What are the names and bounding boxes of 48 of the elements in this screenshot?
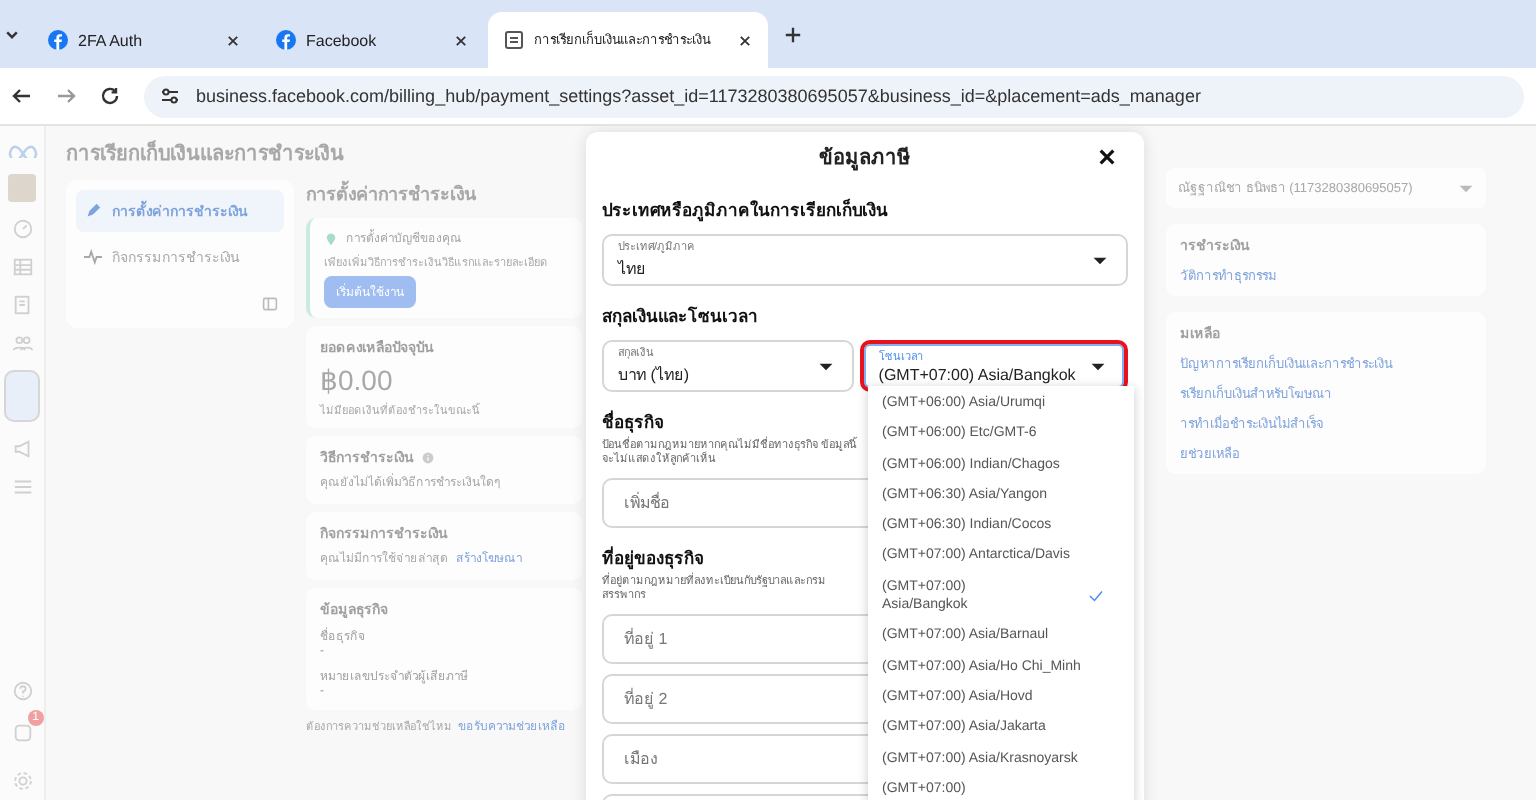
back-icon[interactable] [12, 86, 32, 106]
page-icon [504, 30, 524, 50]
megaphone-icon[interactable] [11, 438, 33, 460]
location-pin-icon [324, 231, 338, 245]
section-heading: ชื่อธุรกิจ [602, 408, 664, 436]
help-icon[interactable] [11, 680, 33, 702]
tab-list-icon[interactable] [4, 26, 20, 42]
close-icon[interactable] [1098, 148, 1116, 166]
caret-icon [818, 361, 835, 371]
reload-icon[interactable] [100, 86, 120, 106]
info-icon[interactable] [422, 451, 434, 463]
section-heading: การตั้งค่าการชำระเงิน [306, 180, 478, 208]
settings-icon[interactable] [11, 770, 33, 792]
checkmark-icon [1088, 590, 1104, 603]
collapse-icon[interactable] [262, 296, 278, 312]
caret-icon [1092, 255, 1108, 265]
close-icon[interactable] [738, 33, 752, 47]
people-icon[interactable] [11, 332, 33, 354]
billing-icon[interactable] [4, 370, 40, 422]
caret-icon [1458, 183, 1474, 193]
gauge-icon[interactable] [11, 218, 33, 240]
infinity-logo-icon[interactable] [7, 142, 37, 158]
facebook-icon [276, 30, 296, 50]
forward-icon[interactable] [56, 86, 76, 106]
section-heading: ที่อยู่ของธุรกิจ [602, 544, 704, 572]
close-icon[interactable] [226, 33, 240, 47]
dialog-title: ข้อมูลภาษี [819, 144, 911, 171]
site-settings-icon[interactable] [160, 86, 180, 106]
avatar-placeholder[interactable] [8, 174, 36, 202]
address-bar[interactable]: business.facebook.com/billing_hub/payment_settings?asset_id=1173280380695057&business_id=&placement=ads_manager [144, 75, 1524, 117]
tab-title: Facebook [306, 31, 379, 49]
doc-icon[interactable] [11, 294, 33, 316]
table-icon[interactable] [11, 256, 33, 278]
page-title: การเรียกเก็บเงินและการชำระเงิน [66, 138, 344, 168]
facebook-icon [48, 30, 68, 50]
tab-title: 2FA Auth [78, 31, 145, 49]
close-icon[interactable] [454, 33, 468, 47]
section-heading: ประเทศหรือภูมิภาคในการเรียกเก็บเงิน [602, 196, 888, 224]
notification-icon[interactable] [11, 722, 33, 744]
balance-amount: ฿0.00 [320, 364, 395, 396]
pulse-icon [84, 248, 102, 266]
new-tab-icon[interactable] [784, 25, 802, 43]
section-heading: สกุลเงินและโซนเวลา [602, 304, 758, 330]
pencil-icon [84, 202, 102, 220]
browser-tab[interactable]: 2FA Auth [32, 12, 256, 68]
browser-tab[interactable]: Facebook [260, 12, 484, 68]
caret-icon [1090, 361, 1106, 371]
menu-icon[interactable] [11, 476, 33, 498]
